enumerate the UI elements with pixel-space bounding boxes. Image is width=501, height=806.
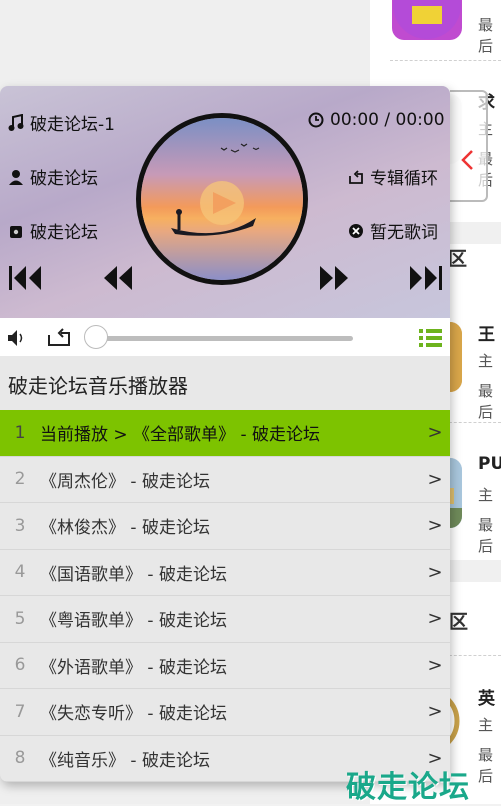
playlist-list: 1 当前播放 > 《全部歌单》 - 破走论坛 > 2 《周杰伦》 - 破走论坛 … [0, 410, 450, 782]
row-label: 《林俊杰》 - 破走论坛 [40, 518, 210, 539]
row-label: 《失恋专听》 - 破走论坛 [40, 704, 227, 725]
playlist-row-2[interactable]: 2 《周杰伦》 - 破走论坛 > [0, 457, 450, 503]
bg-item-title[interactable]: 王 [478, 320, 495, 345]
playlist-row-4[interactable]: 4 《国语歌单》 - 破走论坛 > [0, 550, 450, 596]
close-circle-icon [349, 223, 363, 238]
playlist-row-6[interactable]: 6 《外语歌单》 - 破走论坛 > [0, 643, 450, 689]
bg-item-title[interactable]: PU [478, 454, 501, 474]
skip-forward-icon[interactable] [408, 264, 444, 292]
playlist-header: 破走论坛音乐播放器 [8, 374, 188, 398]
playlist-icon[interactable] [419, 328, 443, 348]
bg-item-sub: 主 [478, 716, 494, 734]
bg-item-sub: 最后 [478, 516, 494, 555]
chevron-right-icon: > [427, 654, 443, 676]
clock-icon [308, 112, 324, 128]
artist: 破走论坛 [8, 164, 98, 189]
row-number: 5 [14, 608, 26, 629]
loop-icon [349, 169, 363, 184]
bg-item-sub: 主 [478, 486, 494, 504]
player-toolbar [0, 318, 450, 356]
thumbnail-top[interactable] [392, 0, 462, 40]
player-hero: 破走论坛-1 00:00 / 00:00 破走论坛 专辑循环 破走论坛 暂无歌词 [0, 86, 450, 318]
song-title-text: 破走论坛-1 [30, 115, 115, 135]
playlist-row-1[interactable]: 1 当前播放 > 《全部歌单》 - 破走论坛 > [0, 410, 450, 457]
watermark: 破走论坛 [346, 770, 470, 805]
loop-mode-text: 专辑循环 [370, 169, 438, 189]
chevron-right-icon: > [427, 422, 443, 444]
row-number: 1 [14, 422, 26, 443]
bg-item-sub: 最后 [478, 746, 494, 785]
repeat-icon[interactable] [46, 326, 72, 348]
row-number: 8 [14, 748, 26, 769]
row-number: 2 [14, 469, 26, 490]
row-label: 《粤语歌单》 - 破走论坛 [40, 611, 227, 632]
chevron-right-icon: > [427, 561, 443, 583]
collapse-tab[interactable] [450, 90, 488, 202]
divider [390, 60, 501, 61]
loop-mode[interactable]: 专辑循环 [348, 164, 438, 189]
row-label: 《国语歌单》 - 破走论坛 [40, 564, 227, 585]
skip-back-icon[interactable] [8, 264, 44, 292]
chevron-right-icon: > [427, 468, 443, 490]
album: 破走论坛 [8, 218, 98, 243]
row-number: 6 [14, 655, 26, 676]
music-player: 破走论坛-1 00:00 / 00:00 破走论坛 专辑循环 破走论坛 暂无歌词 [0, 86, 450, 782]
artist-text: 破走论坛 [30, 169, 98, 189]
time-display: 00:00 / 00:00 [308, 110, 445, 130]
progress-track[interactable] [96, 336, 353, 341]
progress-knob[interactable] [84, 325, 108, 349]
chevron-left-icon [461, 150, 473, 170]
row-label: 当前播放 > 《全部歌单》 - 破走论坛 [40, 425, 320, 446]
playlist-row-7[interactable]: 7 《失恋专听》 - 破走论坛 > [0, 689, 450, 736]
time-text: 00:00 / 00:00 [330, 110, 445, 130]
bg-item-title[interactable]: 英 [478, 684, 495, 709]
fast-forward-icon[interactable] [318, 264, 350, 292]
volume-icon[interactable] [6, 328, 28, 348]
music-note-icon [8, 113, 24, 131]
row-label: 《周杰伦》 - 破走论坛 [40, 471, 210, 492]
bg-top-sub: 最后 [478, 16, 494, 55]
playlist-row-5[interactable]: 5 《粤语歌单》 - 破走论坛 > [0, 596, 450, 643]
row-number: 4 [14, 562, 26, 583]
row-number: 3 [14, 515, 26, 536]
row-number: 7 [14, 701, 26, 722]
album-text: 破走论坛 [30, 223, 98, 243]
bg-item-sub: 最后 [478, 382, 494, 421]
row-label: 《外语歌单》 - 破走论坛 [40, 657, 227, 678]
lyrics-status-text: 暂无歌词 [370, 223, 438, 243]
chevron-right-icon: > [427, 515, 443, 537]
rewind-icon[interactable] [102, 264, 134, 292]
song-title: 破走论坛-1 [8, 110, 115, 135]
album-cover[interactable] [136, 113, 308, 285]
chevron-right-icon: > [427, 701, 443, 723]
bg-item-sub: 主 [478, 352, 494, 370]
playlist-row-3[interactable]: 3 《林俊杰》 - 破走论坛 > [0, 503, 450, 550]
lyrics-status: 暂无歌词 [348, 218, 438, 243]
user-icon [9, 169, 23, 185]
album-icon [10, 225, 22, 238]
chevron-right-icon: > [427, 608, 443, 630]
